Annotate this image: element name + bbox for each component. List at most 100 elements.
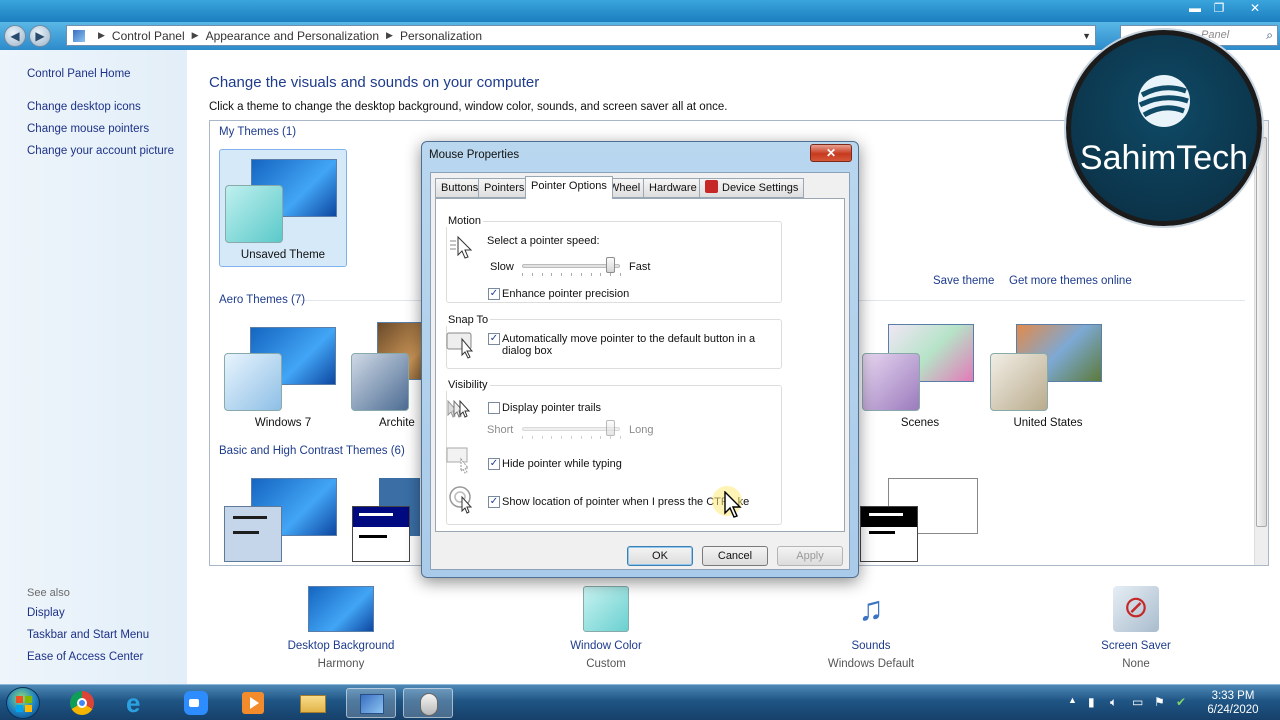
dialog-body: Buttons Pointers Pointer Options Wheel H… (430, 172, 850, 570)
internet-explorer-taskbar-icon[interactable]: e (114, 688, 164, 718)
slider-tick (541, 273, 543, 276)
sounds-item[interactable]: ♫ Sounds Windows Default (791, 586, 951, 670)
theme-scenes[interactable]: Scenes (858, 322, 982, 438)
group-aero-themes: Aero Themes (7) (219, 294, 306, 306)
search-icon[interactable]: ⌕ (1266, 28, 1273, 43)
pointer-trails-icon (447, 399, 471, 418)
media-player-taskbar-icon[interactable] (228, 688, 278, 718)
slider-tick (580, 436, 582, 439)
zoom-taskbar-icon[interactable] (171, 688, 221, 718)
see-also-ease-of-access[interactable]: Ease of Access Center (27, 651, 143, 663)
window-color-value: Custom (586, 658, 626, 670)
cancel-button[interactable]: Cancel (702, 546, 768, 566)
theme-unsaved[interactable]: Unsaved Theme (219, 149, 347, 267)
tab-device-settings-label: Device Settings (722, 182, 799, 194)
pointer-speed-label: Select a pointer speed: (487, 235, 600, 247)
theme-windows-classic[interactable] (352, 478, 420, 564)
back-button[interactable]: ◀ (4, 25, 26, 47)
breadcrumb-appearance[interactable]: Appearance and Personalization (206, 29, 379, 43)
show-hidden-icons[interactable]: ▲ (1068, 695, 1077, 705)
minimize-button[interactable]: ▬ (1184, 0, 1206, 18)
mouse-cursor-icon (724, 491, 742, 518)
sidebar-link-mouse-pointers[interactable]: Change mouse pointers (27, 123, 149, 135)
action-center-flag-icon[interactable]: ⚑ (1154, 695, 1165, 709)
tab-pointer-options[interactable]: Pointer Options (525, 176, 613, 199)
pointer-trails-label: Display pointer trails (502, 402, 602, 414)
pointer-trails-slider[interactable] (606, 420, 616, 436)
sidebar-link-desktop-icons[interactable]: Change desktop icons (27, 101, 141, 113)
desktop-background-title: Desktop Background (287, 640, 395, 652)
sounds-title: Sounds (851, 640, 891, 652)
theme-windows7[interactable]: Windows 7 (219, 322, 347, 438)
screen-saver-item[interactable]: ⊘ Screen Saver None (1056, 586, 1216, 670)
theme-label: Scenes (900, 417, 940, 429)
security-icon[interactable]: ✔ (1176, 695, 1186, 709)
theme-high-contrast[interactable] (860, 478, 980, 564)
tab-hardware[interactable]: Hardware (643, 178, 703, 198)
slider-tick (571, 273, 572, 276)
sidebar-home-link[interactable]: Control Panel Home (27, 68, 131, 80)
get-more-themes-link[interactable]: Get more themes online (1009, 275, 1132, 287)
see-also-display[interactable]: Display (27, 607, 65, 619)
window-color-item[interactable]: Window Color Custom (526, 586, 686, 670)
theme-united-states[interactable]: United States (986, 322, 1110, 438)
ok-button[interactable]: OK (627, 546, 693, 566)
theme-architecture[interactable]: Archite (349, 322, 421, 438)
enhance-precision-label: Enhance pointer precision (502, 288, 630, 300)
slider-tick (620, 436, 621, 439)
pointer-options-panel: Motion Select a pointer speed: Slow Fast… (435, 198, 845, 532)
theme-color-swatch (224, 353, 282, 411)
see-also-taskbar[interactable]: Taskbar and Start Menu (27, 629, 149, 641)
tab-device-settings[interactable]: Device Settings (699, 178, 805, 198)
breadcrumb-personalization[interactable]: Personalization (400, 29, 482, 43)
group-my-themes: My Themes (1) (219, 126, 297, 138)
snap-to-title: Snap To (446, 314, 491, 326)
theme-color-swatch (225, 185, 283, 243)
taskbar: e ▲ ▮ 🔈︎ ▭ ⚑ ✔ 3:33 PM 6/24/2020 (0, 684, 1280, 720)
scrollbar-thumb[interactable] (1256, 137, 1267, 527)
slider-tick (620, 273, 621, 276)
network-icon[interactable]: ▮ (1088, 695, 1095, 709)
breadcrumb-control-panel[interactable]: Control Panel (112, 29, 185, 43)
theme-windows7-basic[interactable] (224, 478, 338, 564)
save-theme-link[interactable]: Save theme (933, 275, 994, 287)
music-notes-icon: ♫ (858, 590, 884, 628)
desktop-background-item[interactable]: Desktop Background Harmony (261, 586, 421, 670)
desktop-background-value: Harmony (317, 658, 365, 670)
tab-buttons[interactable]: Buttons (435, 178, 485, 198)
chrome-taskbar-icon[interactable] (57, 688, 107, 718)
maximize-button[interactable]: ❐ (1208, 0, 1230, 18)
slider-tick (531, 273, 533, 276)
slider-tick (580, 273, 582, 276)
sounds-value: Windows Default (827, 658, 915, 670)
enhance-precision-checkbox[interactable]: ✓ (488, 288, 500, 300)
start-button[interactable] (6, 687, 40, 719)
address-bar[interactable]: ▶ Control Panel ▶ Appearance and Persona… (66, 25, 1096, 46)
apply-button[interactable]: Apply (777, 546, 843, 566)
desktop-background-icon (308, 586, 374, 632)
snap-to-checkbox[interactable]: ✓ (488, 333, 500, 345)
sidebar-link-account-picture[interactable]: Change your account picture (27, 145, 174, 157)
hide-pointer-checkbox[interactable]: ✓ (488, 458, 500, 470)
battery-icon[interactable]: ▭ (1132, 695, 1143, 709)
dialog-title: Mouse Properties (429, 149, 520, 161)
control-panel-taskbar-icon[interactable] (346, 688, 396, 718)
sahimtech-logo: SahimTech (1066, 30, 1262, 226)
tab-pointers[interactable]: Pointers (478, 178, 531, 198)
chevron-right-icon: ▶ (191, 30, 199, 40)
page-title: Change the visuals and sounds on your co… (209, 74, 540, 91)
slider-tick (561, 273, 563, 276)
dialog-close-button[interactable]: ✕ (810, 144, 852, 162)
pointer-speed-slider[interactable] (606, 257, 616, 273)
slider-tick (600, 273, 602, 276)
forward-button[interactable]: ▶ (29, 25, 51, 47)
close-window-button[interactable]: ✕ (1240, 0, 1270, 18)
show-location-checkbox[interactable]: ✓ (488, 496, 500, 508)
volume-icon[interactable]: 🔈︎ (1110, 695, 1117, 710)
taskbar-clock[interactable]: 3:33 PM 6/24/2020 (1198, 689, 1268, 717)
chevron-down-icon[interactable]: ▼ (1082, 31, 1091, 41)
mouse-properties-taskbar-icon[interactable] (403, 688, 453, 718)
pointer-trails-checkbox[interactable] (488, 402, 500, 414)
theme-list-scrollbar[interactable] (1254, 121, 1268, 565)
file-explorer-taskbar-icon[interactable] (288, 688, 338, 718)
